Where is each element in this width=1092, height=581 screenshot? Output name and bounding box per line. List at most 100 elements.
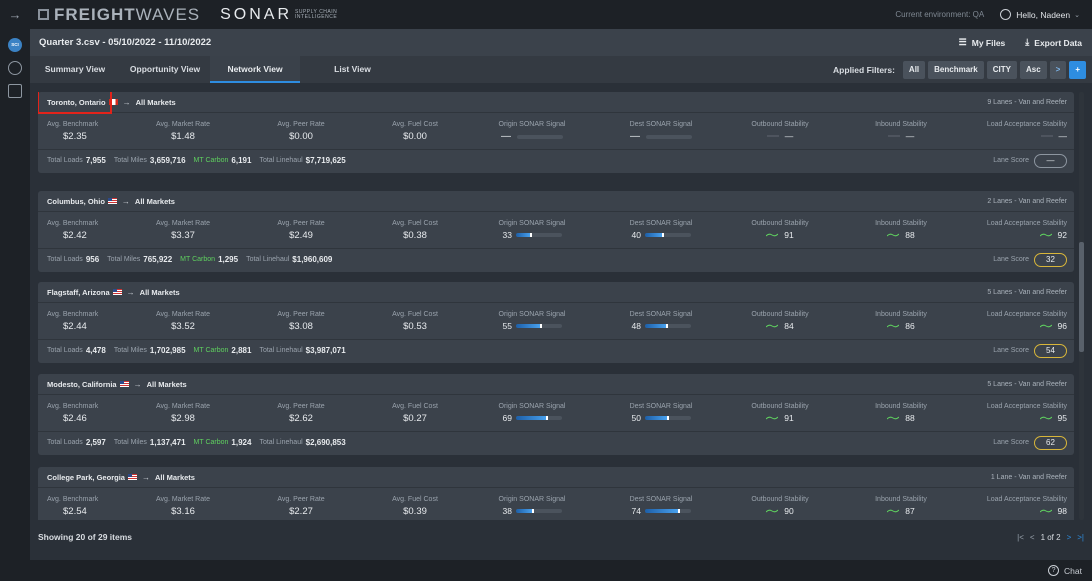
expand-arrow-icon[interactable]: →: [0, 7, 30, 22]
last-page-icon[interactable]: >|: [1077, 533, 1084, 542]
lane-card-header: Columbus, Ohio → All Markets 2 Lanes - V…: [38, 191, 1074, 212]
benchmark-label: Avg. Benchmark: [47, 121, 99, 128]
selection-highlight: [38, 92, 112, 114]
filter-chip-asc[interactable]: Asc: [1019, 60, 1047, 79]
lane-score-label: Lane Score: [993, 256, 1029, 263]
origin-signal-label: Origin SONAR Signal: [498, 403, 566, 410]
origin-signal-value: —: [501, 131, 511, 142]
fuel-cost-value: $0.00: [403, 131, 427, 142]
export-label: Export Data: [1034, 37, 1082, 48]
filter-chip-benchmark[interactable]: Benchmark: [928, 60, 984, 79]
inbound-stability-value: —: [905, 131, 915, 141]
lane-card[interactable]: College Park, Georgia → All Markets 1 La…: [38, 467, 1074, 520]
lane-card[interactable]: Flagstaff, Arizona → All Markets 5 Lanes…: [38, 282, 1074, 363]
prev-page-icon[interactable]: <: [1030, 533, 1035, 542]
origin-signal-label: Origin SONAR Signal: [498, 220, 566, 227]
add-filter-button[interactable]: +: [1069, 60, 1086, 79]
lane-metrics: Avg. Benchmark $2.54 Avg. Market Rate $3.1…: [38, 488, 1074, 520]
inbound-stability-wave-icon: [887, 324, 900, 328]
lane-score-badge[interactable]: 62: [1034, 435, 1067, 450]
fuel-cost-label: Avg. Fuel Cost: [392, 311, 438, 318]
inbound-stability-line-icon: [887, 135, 900, 137]
lane-score-badge[interactable]: 32: [1034, 252, 1067, 267]
chat-button[interactable]: ? Chat: [1048, 565, 1082, 576]
mt-carbon-label: MT Carbon: [193, 157, 229, 164]
scrollbar-thumb[interactable]: [1079, 242, 1084, 352]
chevron-down-icon[interactable]: ⌄: [1074, 11, 1080, 19]
filter-chip-all[interactable]: All: [902, 60, 926, 79]
load-acceptance-wave-icon: [1039, 324, 1052, 328]
user-greeting[interactable]: Hello, Nadeen: [1016, 10, 1070, 20]
export-data-button[interactable]: ⤓ Export Data: [1025, 37, 1082, 48]
total-loads-value: 956: [85, 255, 100, 264]
lane-score-label: Lane Score: [993, 439, 1029, 446]
outbound-stability-value: 91: [784, 230, 794, 240]
total-loads-value: 7,955: [85, 156, 106, 165]
market-rate-value: $1.48: [171, 131, 195, 142]
tab-network-view[interactable]: Network View: [210, 56, 300, 83]
lane-totals: Total Loads 7,955 Total Miles 3,659,716 …: [38, 149, 1074, 171]
destination-market[interactable]: All Markets: [155, 473, 195, 482]
benchmark-value: $2.54: [63, 506, 87, 517]
lane-count: 2 Lanes - Van and Reefer: [987, 197, 1067, 205]
lane-card[interactable]: Modesto, California → All Markets 5 Lane…: [38, 374, 1074, 455]
load-acceptance-label: Load Acceptance Stability: [986, 496, 1067, 503]
chat-label: Chat: [1064, 565, 1082, 576]
benchmark-value: $2.46: [63, 413, 87, 424]
destination-market[interactable]: All Markets: [136, 98, 176, 107]
inbound-label: Inbound Stability: [875, 496, 927, 503]
destination-market[interactable]: All Markets: [135, 197, 175, 206]
outbound-stability-value: 90: [784, 506, 794, 516]
lane-score-badge[interactable]: 54: [1034, 343, 1067, 358]
origin-market[interactable]: Flagstaff, Arizona: [47, 288, 110, 297]
sonar-sub-2: INTELLIGENCE: [295, 13, 338, 20]
next-page-icon[interactable]: >: [1067, 533, 1072, 542]
total-loads-value: 2,597: [85, 438, 106, 447]
outbound-stability-wave-icon: [766, 233, 779, 237]
inbound-label: Inbound Stability: [875, 311, 927, 318]
dest-signal-value: 48: [631, 321, 641, 331]
logo-grid-icon: [38, 9, 49, 20]
brand-bold: FREIGHT: [54, 4, 136, 24]
origin-signal-label: Origin SONAR Signal: [498, 496, 566, 503]
lane-metrics: Avg. Benchmark $2.42 Avg. Market Rate $3.3…: [38, 212, 1074, 248]
mt-carbon-label: MT Carbon: [180, 256, 216, 263]
origin-signal-value: 33: [502, 230, 512, 240]
total-miles-value: 1,702,985: [149, 346, 186, 355]
lane-totals: Total Loads 4,478 Total Miles 1,702,985 …: [38, 339, 1074, 361]
tab-list-view[interactable]: List View: [300, 56, 405, 83]
origin-market[interactable]: Modesto, California: [47, 380, 117, 389]
list-icon: ☰: [958, 37, 967, 47]
destination-market[interactable]: All Markets: [140, 288, 180, 297]
bank-icon[interactable]: [8, 84, 22, 98]
origin-market[interactable]: Columbus, Ohio: [47, 197, 105, 206]
lane-card[interactable]: Toronto, Ontario → All Markets 9 Lanes -…: [38, 92, 1074, 173]
signal-icon[interactable]: [8, 61, 22, 75]
dest-signal-value: 50: [631, 413, 641, 423]
lane-card[interactable]: Columbus, Ohio → All Markets 2 Lanes - V…: [38, 191, 1074, 272]
load-acceptance-wave-icon: [1039, 509, 1052, 513]
tab-opportunity-view[interactable]: Opportunity View: [120, 56, 210, 83]
sci-icon[interactable]: SCI: [8, 38, 22, 52]
dest-signal-label: Dest SONAR Signal: [629, 121, 693, 128]
tab-summary-view[interactable]: Summary View: [30, 56, 120, 83]
lane-metrics: Avg. Benchmark $2.44 Avg. Market Rate $3.5…: [38, 303, 1074, 339]
filters-next-button[interactable]: >: [1049, 60, 1067, 79]
origin-signal-bar: [516, 416, 562, 420]
dest-signal-label: Dest SONAR Signal: [629, 220, 693, 227]
sonar-wordmark: SONAR: [220, 5, 293, 23]
inbound-stability-value: 87: [905, 506, 915, 516]
first-page-icon[interactable]: |<: [1017, 533, 1024, 542]
origin-signal-value: 55: [502, 321, 512, 331]
scrollbar[interactable]: [1079, 92, 1084, 520]
market-rate-label: Avg. Market Rate: [156, 121, 210, 128]
outbound-label: Outbound Stability: [751, 311, 809, 318]
lane-metrics: Avg. Benchmark $2.46 Avg. Market Rate $2.9…: [38, 395, 1074, 431]
destination-market[interactable]: All Markets: [147, 380, 187, 389]
my-files-button[interactable]: ☰ My Files: [959, 37, 1006, 48]
filter-chip-city[interactable]: CITY: [986, 60, 1017, 79]
user-icon[interactable]: [1000, 9, 1012, 20]
mt-carbon-label: MT Carbon: [193, 347, 229, 354]
origin-market[interactable]: College Park, Georgia: [47, 473, 125, 482]
lane-score-badge[interactable]: —: [1034, 153, 1067, 168]
